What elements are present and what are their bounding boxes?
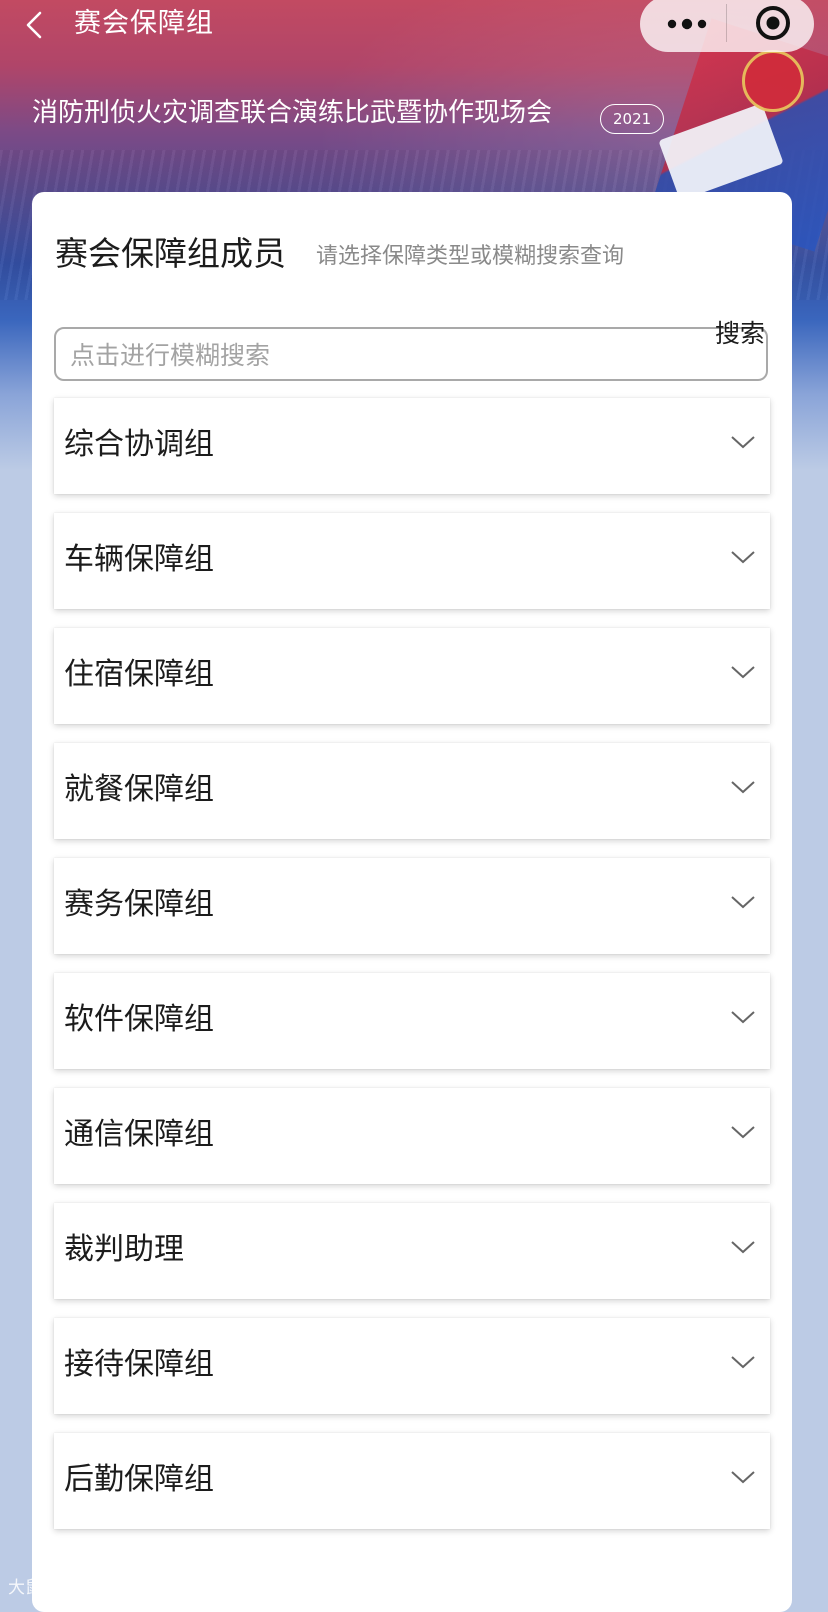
chevron-down-icon: [731, 551, 755, 564]
group-label: 住宿保障组: [64, 657, 214, 692]
group-item[interactable]: 住宿保障组: [54, 628, 770, 724]
capsule-divider: [726, 4, 727, 42]
chevron-left-icon[interactable]: [20, 10, 50, 40]
chevron-down-icon: [731, 1241, 755, 1254]
group-item[interactable]: 裁判助理: [54, 1203, 770, 1299]
more-dots-icon[interactable]: [666, 14, 708, 34]
target-circle-icon[interactable]: [752, 2, 794, 44]
chevron-down-icon: [731, 1011, 755, 1024]
navigation-bar: 赛会保障组: [0, 0, 828, 52]
chevron-down-icon: [731, 666, 755, 679]
group-label: 综合协调组: [64, 427, 214, 462]
group-label: 赛务保障组: [64, 887, 214, 922]
card-hint: 请选择保障类型或模糊搜索查询: [316, 244, 625, 269]
chevron-down-icon: [731, 781, 755, 794]
group-label: 裁判助理: [64, 1232, 184, 1267]
fire-rescue-emblem: [742, 50, 804, 112]
mini-program-capsule: [640, 0, 814, 52]
members-card: 赛会保障组成员 请选择保障类型或模糊搜索查询 搜索 综合协调组 车辆保障组 住宿…: [32, 192, 792, 1612]
chevron-down-icon: [731, 1126, 755, 1139]
group-item[interactable]: 软件保障组: [54, 973, 770, 1069]
group-label: 就餐保障组: [64, 772, 214, 807]
search-input[interactable]: [68, 335, 632, 375]
group-label: 后勤保障组: [64, 1462, 214, 1497]
group-item[interactable]: 车辆保障组: [54, 513, 770, 609]
search-button[interactable]: 搜索: [715, 318, 765, 350]
group-label: 通信保障组: [64, 1117, 214, 1152]
group-item[interactable]: 就餐保障组: [54, 743, 770, 839]
group-item[interactable]: 后勤保障组: [54, 1433, 770, 1529]
chevron-down-icon: [731, 1471, 755, 1484]
search-box: [54, 327, 768, 381]
group-item[interactable]: 接待保障组: [54, 1318, 770, 1414]
group-label: 车辆保障组: [64, 542, 214, 577]
group-label: 软件保障组: [64, 1002, 214, 1037]
card-title: 赛会保障组成员: [55, 234, 286, 273]
chevron-down-icon: [731, 896, 755, 909]
group-item[interactable]: 赛务保障组: [54, 858, 770, 954]
year-badge: 2021: [600, 104, 665, 134]
group-item[interactable]: 综合协调组: [54, 398, 770, 494]
chevron-down-icon: [731, 436, 755, 449]
watermark: 大鼠跨镜: [8, 1578, 76, 1598]
group-label: 接待保障组: [64, 1347, 214, 1382]
page-title: 赛会保障组: [74, 8, 214, 39]
group-item[interactable]: 通信保障组: [54, 1088, 770, 1184]
event-title: 消防刑侦火灾调查联合演练比武暨协作现场会: [32, 98, 553, 128]
chevron-down-icon: [731, 1356, 755, 1369]
